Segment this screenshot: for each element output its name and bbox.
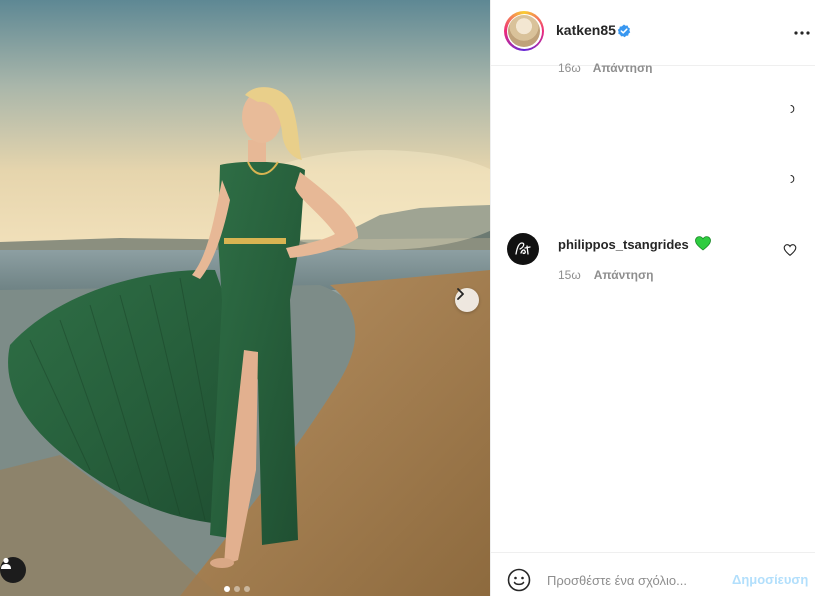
beach-photo-illustration <box>0 0 490 596</box>
tagged-users-button[interactable] <box>0 557 26 583</box>
comment-composer: Δημοσίευση <box>491 552 815 596</box>
partial-comment-meta: 16ω Απάντηση <box>558 61 653 73</box>
comment-input[interactable] <box>547 569 737 591</box>
carousel-next-button[interactable] <box>455 288 479 312</box>
author-avatar[interactable] <box>504 11 544 51</box>
green-heart-emoji <box>695 236 711 251</box>
signature-logo-icon <box>515 242 531 255</box>
more-horizontal-icon <box>794 31 810 35</box>
carousel-dot <box>234 586 240 592</box>
reply-link[interactable]: Απάντηση <box>594 268 654 282</box>
carousel-dot <box>224 586 230 592</box>
comment-time: 15ω <box>558 268 581 282</box>
comment-meta: 15ω Απάντηση <box>558 268 654 282</box>
post-header: katken85 <box>491 0 815 66</box>
view-replies-icon[interactable] <box>788 104 798 114</box>
heart-outline-icon <box>783 244 797 256</box>
chevron-right-icon <box>457 288 464 300</box>
author-username[interactable]: katken85 <box>556 22 616 38</box>
more-options-button[interactable] <box>793 24 811 42</box>
post-comment-button[interactable]: Δημοσίευση <box>732 572 808 587</box>
post-photo[interactable] <box>0 0 490 596</box>
emoji-picker-button[interactable] <box>507 568 531 592</box>
carousel-indicator <box>224 586 250 592</box>
like-comment-button[interactable] <box>783 243 797 257</box>
reply-link[interactable]: Απάντηση <box>593 61 653 73</box>
smiley-icon <box>507 568 531 592</box>
view-replies-icon[interactable] <box>788 174 798 184</box>
comment-time: 16ω <box>558 61 581 73</box>
profile-photo-icon <box>508 15 540 47</box>
user-icon <box>1 557 11 569</box>
verified-badge-icon <box>617 24 631 38</box>
comments-panel: katken85 16ω Απάντηση philippos_tsangride… <box>490 0 815 596</box>
carousel-dot <box>244 586 250 592</box>
commenter-username[interactable]: philippos_tsangrides <box>558 237 689 252</box>
commenter-avatar[interactable] <box>507 233 539 265</box>
